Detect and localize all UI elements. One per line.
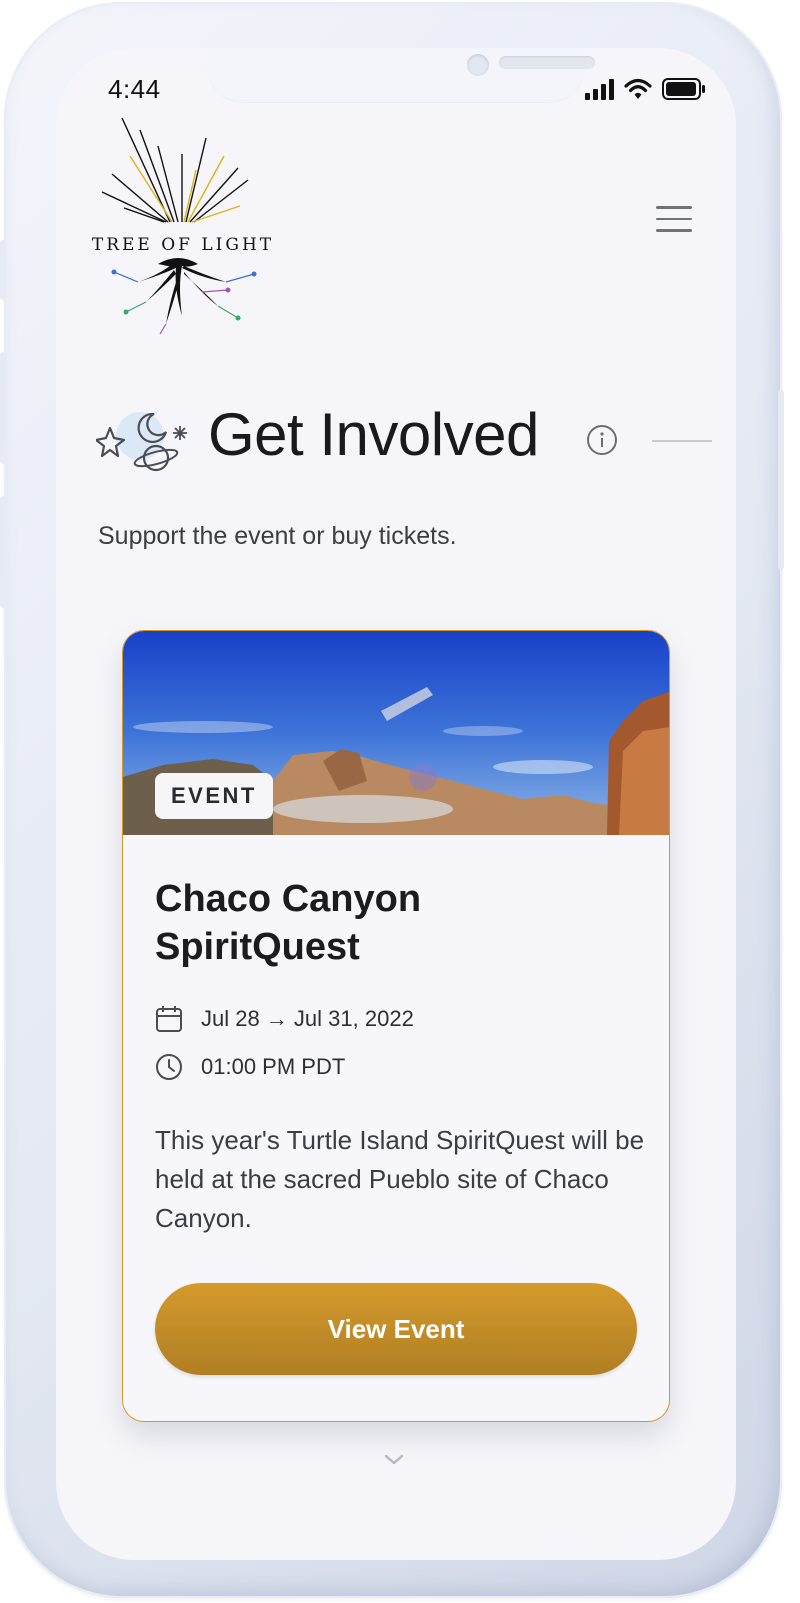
phone-frame: 4:44 TREE OF LIGHT Get Involved Support … [0,2,784,1598]
app-screen: 4:44 TREE OF LIGHT Get Involved Support … [56,48,736,1560]
side-button-power [778,390,784,570]
clock-icon [156,1054,182,1080]
event-time-row: 01:00 PM PDT [155,1053,345,1081]
page-title: Get Involved [208,401,539,468]
event-badge: EVENT [155,773,273,819]
section-subtitle: Support the event or buy tickets. [98,522,457,550]
wifi-icon [624,78,652,99]
status-time: 4:44 [108,74,161,104]
notch [207,48,595,102]
side-button-volume-up [0,352,6,464]
event-time: 01:00 PM PDT [201,1054,346,1079]
logo-mark[interactable] [78,116,288,336]
logo-text: TREE OF LIGHT [91,235,275,255]
menu-icon[interactable] [656,206,692,236]
chevron-down-icon[interactable] [382,1452,406,1468]
heading-divider [652,440,712,442]
signal-icon [585,79,614,100]
front-camera [467,54,489,76]
event-description: This year's Turtle Island SpiritQuest wi… [155,1125,645,1233]
event-card[interactable]: EVENT Chaco Canyon SpiritQuest Jul 28 → … [122,630,670,1422]
event-date-row: Jul 28 → Jul 31, 2022 [155,1005,414,1033]
calendar-icon [156,1006,182,1032]
view-event-button[interactable]: View Event [155,1283,637,1375]
side-button-volume-down [0,496,6,608]
status-icons [584,78,706,100]
battery-icon [662,78,705,100]
info-icon[interactable] [586,424,618,456]
side-button-mute [0,240,6,300]
event-title[interactable]: Chaco Canyon SpiritQuest [155,875,635,971]
celestial-icon [96,412,187,472]
speaker-grille [499,56,595,69]
event-date: Jul 28 → Jul 31, 2022 [201,1006,414,1031]
